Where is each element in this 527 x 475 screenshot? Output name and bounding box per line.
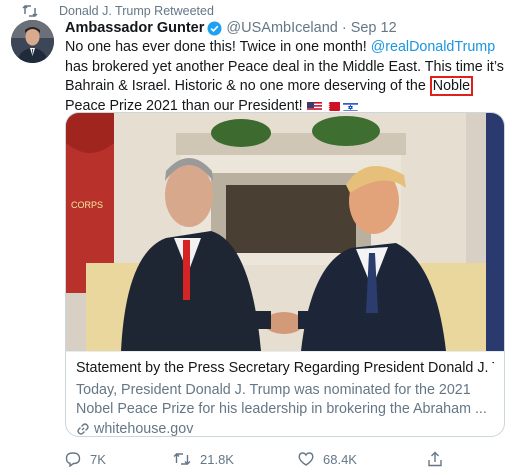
- tweet-actions: 7K 21.8K 68.4K: [65, 450, 505, 468]
- retweet-icon: [173, 453, 191, 465]
- israel-flag-icon: [342, 100, 358, 111]
- link-icon: [76, 422, 90, 436]
- highlighted-word: Noble: [429, 76, 474, 96]
- reply-icon: [65, 452, 81, 467]
- tweet-text: No one has ever done this! Twice in one …: [65, 38, 515, 116]
- mention-link[interactable]: @realDonaldTrump: [371, 39, 495, 55]
- avatar[interactable]: [11, 20, 54, 63]
- svg-text:CORPS: CORPS: [71, 200, 103, 210]
- tweet-timestamp[interactable]: Sep 12: [351, 20, 397, 36]
- retweet-count: 21.8K: [200, 451, 234, 467]
- reply-button[interactable]: 7K: [65, 450, 106, 468]
- share-button[interactable]: [427, 450, 452, 468]
- author-name[interactable]: Ambassador Gunter: [65, 20, 204, 36]
- separator-dot: ·: [341, 20, 347, 36]
- retweet-small-icon: [22, 4, 38, 18]
- heart-icon: [298, 452, 314, 466]
- bahrain-flag-icon: [324, 100, 340, 111]
- card-image[interactable]: CORPS: [66, 113, 504, 351]
- link-preview-card[interactable]: CORPS Statement by the Press Secretary R…: [65, 112, 505, 437]
- tweet-text-part1: No one has ever done this! Twice in one …: [65, 39, 371, 55]
- share-icon: [428, 451, 442, 467]
- card-description: Today, President Donald J. Trump was nom…: [76, 382, 487, 417]
- reply-count: 7K: [90, 451, 106, 467]
- card-title[interactable]: Statement by the Press Secretary Regardi…: [76, 360, 494, 381]
- card-body[interactable]: Statement by the Press Secretary Regardi…: [66, 351, 504, 437]
- like-count: 68.4K: [323, 451, 357, 467]
- retweet-button[interactable]: 21.8K: [173, 450, 234, 468]
- retweet-indicator[interactable]: Donald J. Trump Retweeted: [22, 3, 214, 19]
- retweet-label: Donald J. Trump Retweeted: [59, 4, 214, 18]
- card-domain-text: whitehouse.gov: [94, 421, 194, 437]
- card-domain[interactable]: whitehouse.gov: [76, 421, 494, 437]
- verified-badge-icon: [207, 21, 222, 36]
- tweet-content: Ambassador Gunter @USAmbIceland · Sep 12…: [65, 18, 520, 116]
- us-flag-icon: [306, 100, 322, 111]
- like-button[interactable]: 68.4K: [298, 450, 357, 468]
- author-handle[interactable]: @USAmbIceland: [226, 20, 337, 36]
- tweet-header: Ambassador Gunter @USAmbIceland · Sep 12: [65, 18, 520, 38]
